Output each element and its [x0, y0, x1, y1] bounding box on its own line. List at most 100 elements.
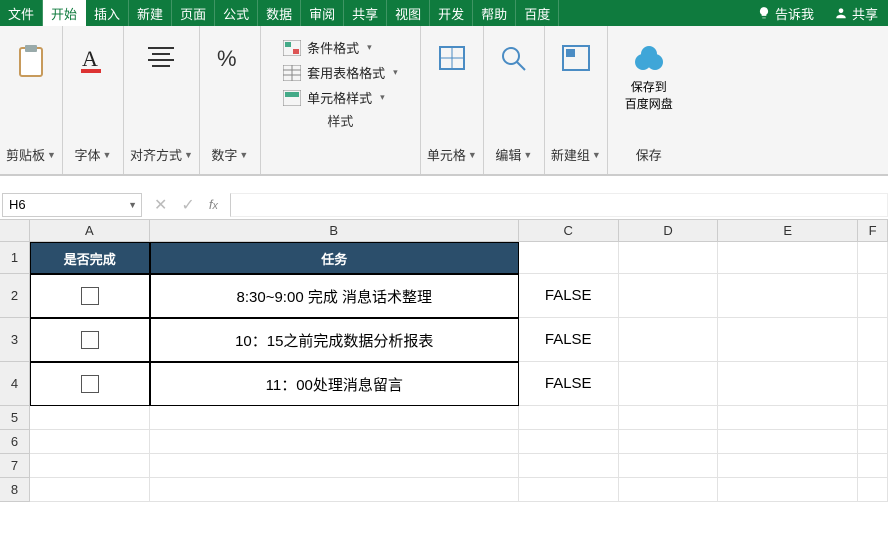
cell-c8[interactable] — [519, 478, 619, 502]
cell-f6[interactable] — [858, 430, 888, 454]
tab-share[interactable]: 共享 — [344, 0, 387, 26]
cell-a8[interactable] — [30, 478, 150, 502]
cell-e6[interactable] — [718, 430, 858, 454]
cell-e1[interactable] — [718, 242, 858, 274]
row-header-7[interactable]: 7 — [0, 454, 30, 478]
cell-b3[interactable]: 10：15之前完成数据分析报表 — [150, 318, 519, 362]
cell-b4[interactable]: 11：00处理消息留言 — [150, 362, 519, 406]
cell-a6[interactable] — [30, 430, 150, 454]
cell-c7[interactable] — [519, 454, 619, 478]
cell-e8[interactable] — [718, 478, 858, 502]
cell-d6[interactable] — [619, 430, 719, 454]
cell-c3[interactable]: FALSE — [519, 318, 619, 362]
align-button[interactable] — [137, 44, 185, 70]
checkbox[interactable] — [81, 331, 99, 349]
table-format-button[interactable]: 套用表格格式▾ — [283, 63, 398, 82]
tab-baidu[interactable]: 百度 — [516, 0, 559, 26]
conditional-format-button[interactable]: 条件格式▾ — [283, 38, 372, 57]
cell-styles-button[interactable]: 单元格样式▾ — [283, 88, 385, 107]
cell-b2[interactable]: 8:30~9:00 完成 消息话术整理 — [150, 274, 519, 318]
cell-b8[interactable] — [150, 478, 519, 502]
col-header-a[interactable]: A — [30, 220, 150, 242]
col-header-e[interactable]: E — [718, 220, 858, 242]
tab-insert[interactable]: 插入 — [86, 0, 129, 26]
row-header-3[interactable]: 3 — [0, 318, 30, 362]
cell-e5[interactable] — [718, 406, 858, 430]
cell-a1[interactable]: 是否完成 — [30, 242, 150, 274]
number-button[interactable]: % — [206, 44, 254, 72]
cells-button[interactable] — [428, 44, 476, 72]
tab-page[interactable]: 页面 — [172, 0, 215, 26]
cell-a5[interactable] — [30, 406, 150, 430]
tab-formula[interactable]: 公式 — [215, 0, 258, 26]
tab-dev[interactable]: 开发 — [430, 0, 473, 26]
cell-a3[interactable] — [30, 318, 150, 362]
table-format-icon — [283, 65, 301, 81]
cell-c4[interactable]: FALSE — [519, 362, 619, 406]
tab-data[interactable]: 数据 — [258, 0, 301, 26]
tab-view[interactable]: 视图 — [387, 0, 430, 26]
cell-a7[interactable] — [30, 454, 150, 478]
cell-d5[interactable] — [619, 406, 719, 430]
tab-help[interactable]: 帮助 — [473, 0, 516, 26]
cell-c6[interactable] — [519, 430, 619, 454]
cell-d2[interactable] — [619, 274, 719, 318]
cell-d1[interactable] — [619, 242, 719, 274]
row-header-8[interactable]: 8 — [0, 478, 30, 502]
row-header-1[interactable]: 1 — [0, 242, 30, 274]
row-header-5[interactable]: 5 — [0, 406, 30, 430]
cell-f8[interactable] — [858, 478, 888, 502]
name-box[interactable]: H6 ▼ — [2, 193, 142, 217]
cell-c1[interactable] — [519, 242, 619, 274]
confirm-icon[interactable]: ✓ — [181, 195, 194, 215]
editing-button[interactable] — [490, 44, 538, 72]
col-header-f[interactable]: F — [858, 220, 888, 242]
cell-f7[interactable] — [858, 454, 888, 478]
cell-f4[interactable] — [858, 362, 888, 406]
fx-icon[interactable]: fx — [209, 197, 218, 212]
cell-f1[interactable] — [858, 242, 888, 274]
cell-d8[interactable] — [619, 478, 719, 502]
checkbox[interactable] — [81, 287, 99, 305]
cell-f2[interactable] — [858, 274, 888, 318]
tab-review[interactable]: 审阅 — [301, 0, 344, 26]
share-button[interactable]: 共享 — [824, 4, 888, 23]
select-all-corner[interactable] — [0, 220, 30, 242]
row-header-4[interactable]: 4 — [0, 362, 30, 406]
cancel-icon[interactable]: ✕ — [154, 195, 167, 215]
paste-button[interactable] — [7, 44, 55, 78]
font-button[interactable]: A — [69, 44, 117, 74]
cell-e4[interactable] — [718, 362, 858, 406]
tab-file[interactable]: 文件 — [0, 0, 43, 26]
formula-input[interactable] — [230, 193, 888, 217]
cell-c2[interactable]: FALSE — [519, 274, 619, 318]
cell-b6[interactable] — [150, 430, 519, 454]
cell-d4[interactable] — [619, 362, 719, 406]
newgroup-button[interactable] — [552, 44, 600, 72]
cell-a4[interactable] — [30, 362, 150, 406]
cell-e2[interactable] — [718, 274, 858, 318]
group-number: % 数字▼ — [200, 26, 261, 174]
cell-e3[interactable] — [718, 318, 858, 362]
chevron-down-icon: ▼ — [102, 150, 111, 160]
tell-me[interactable]: 告诉我 — [747, 4, 824, 23]
cell-d3[interactable] — [619, 318, 719, 362]
cell-b7[interactable] — [150, 454, 519, 478]
cell-f3[interactable] — [858, 318, 888, 362]
col-header-c[interactable]: C — [519, 220, 619, 242]
tab-new[interactable]: 新建 — [129, 0, 172, 26]
cell-b1[interactable]: 任务 — [150, 242, 519, 274]
row-header-6[interactable]: 6 — [0, 430, 30, 454]
row-header-2[interactable]: 2 — [0, 274, 30, 318]
cell-f5[interactable] — [858, 406, 888, 430]
checkbox[interactable] — [81, 375, 99, 393]
cell-d7[interactable] — [619, 454, 719, 478]
cell-b5[interactable] — [150, 406, 519, 430]
col-header-b[interactable]: B — [150, 220, 519, 242]
cell-e7[interactable] — [718, 454, 858, 478]
col-header-d[interactable]: D — [619, 220, 719, 242]
tab-home[interactable]: 开始 — [43, 0, 86, 26]
cell-c5[interactable] — [519, 406, 619, 430]
cell-a2[interactable] — [30, 274, 150, 318]
save-baidu-button[interactable]: 保存到 百度网盘 — [614, 44, 684, 112]
